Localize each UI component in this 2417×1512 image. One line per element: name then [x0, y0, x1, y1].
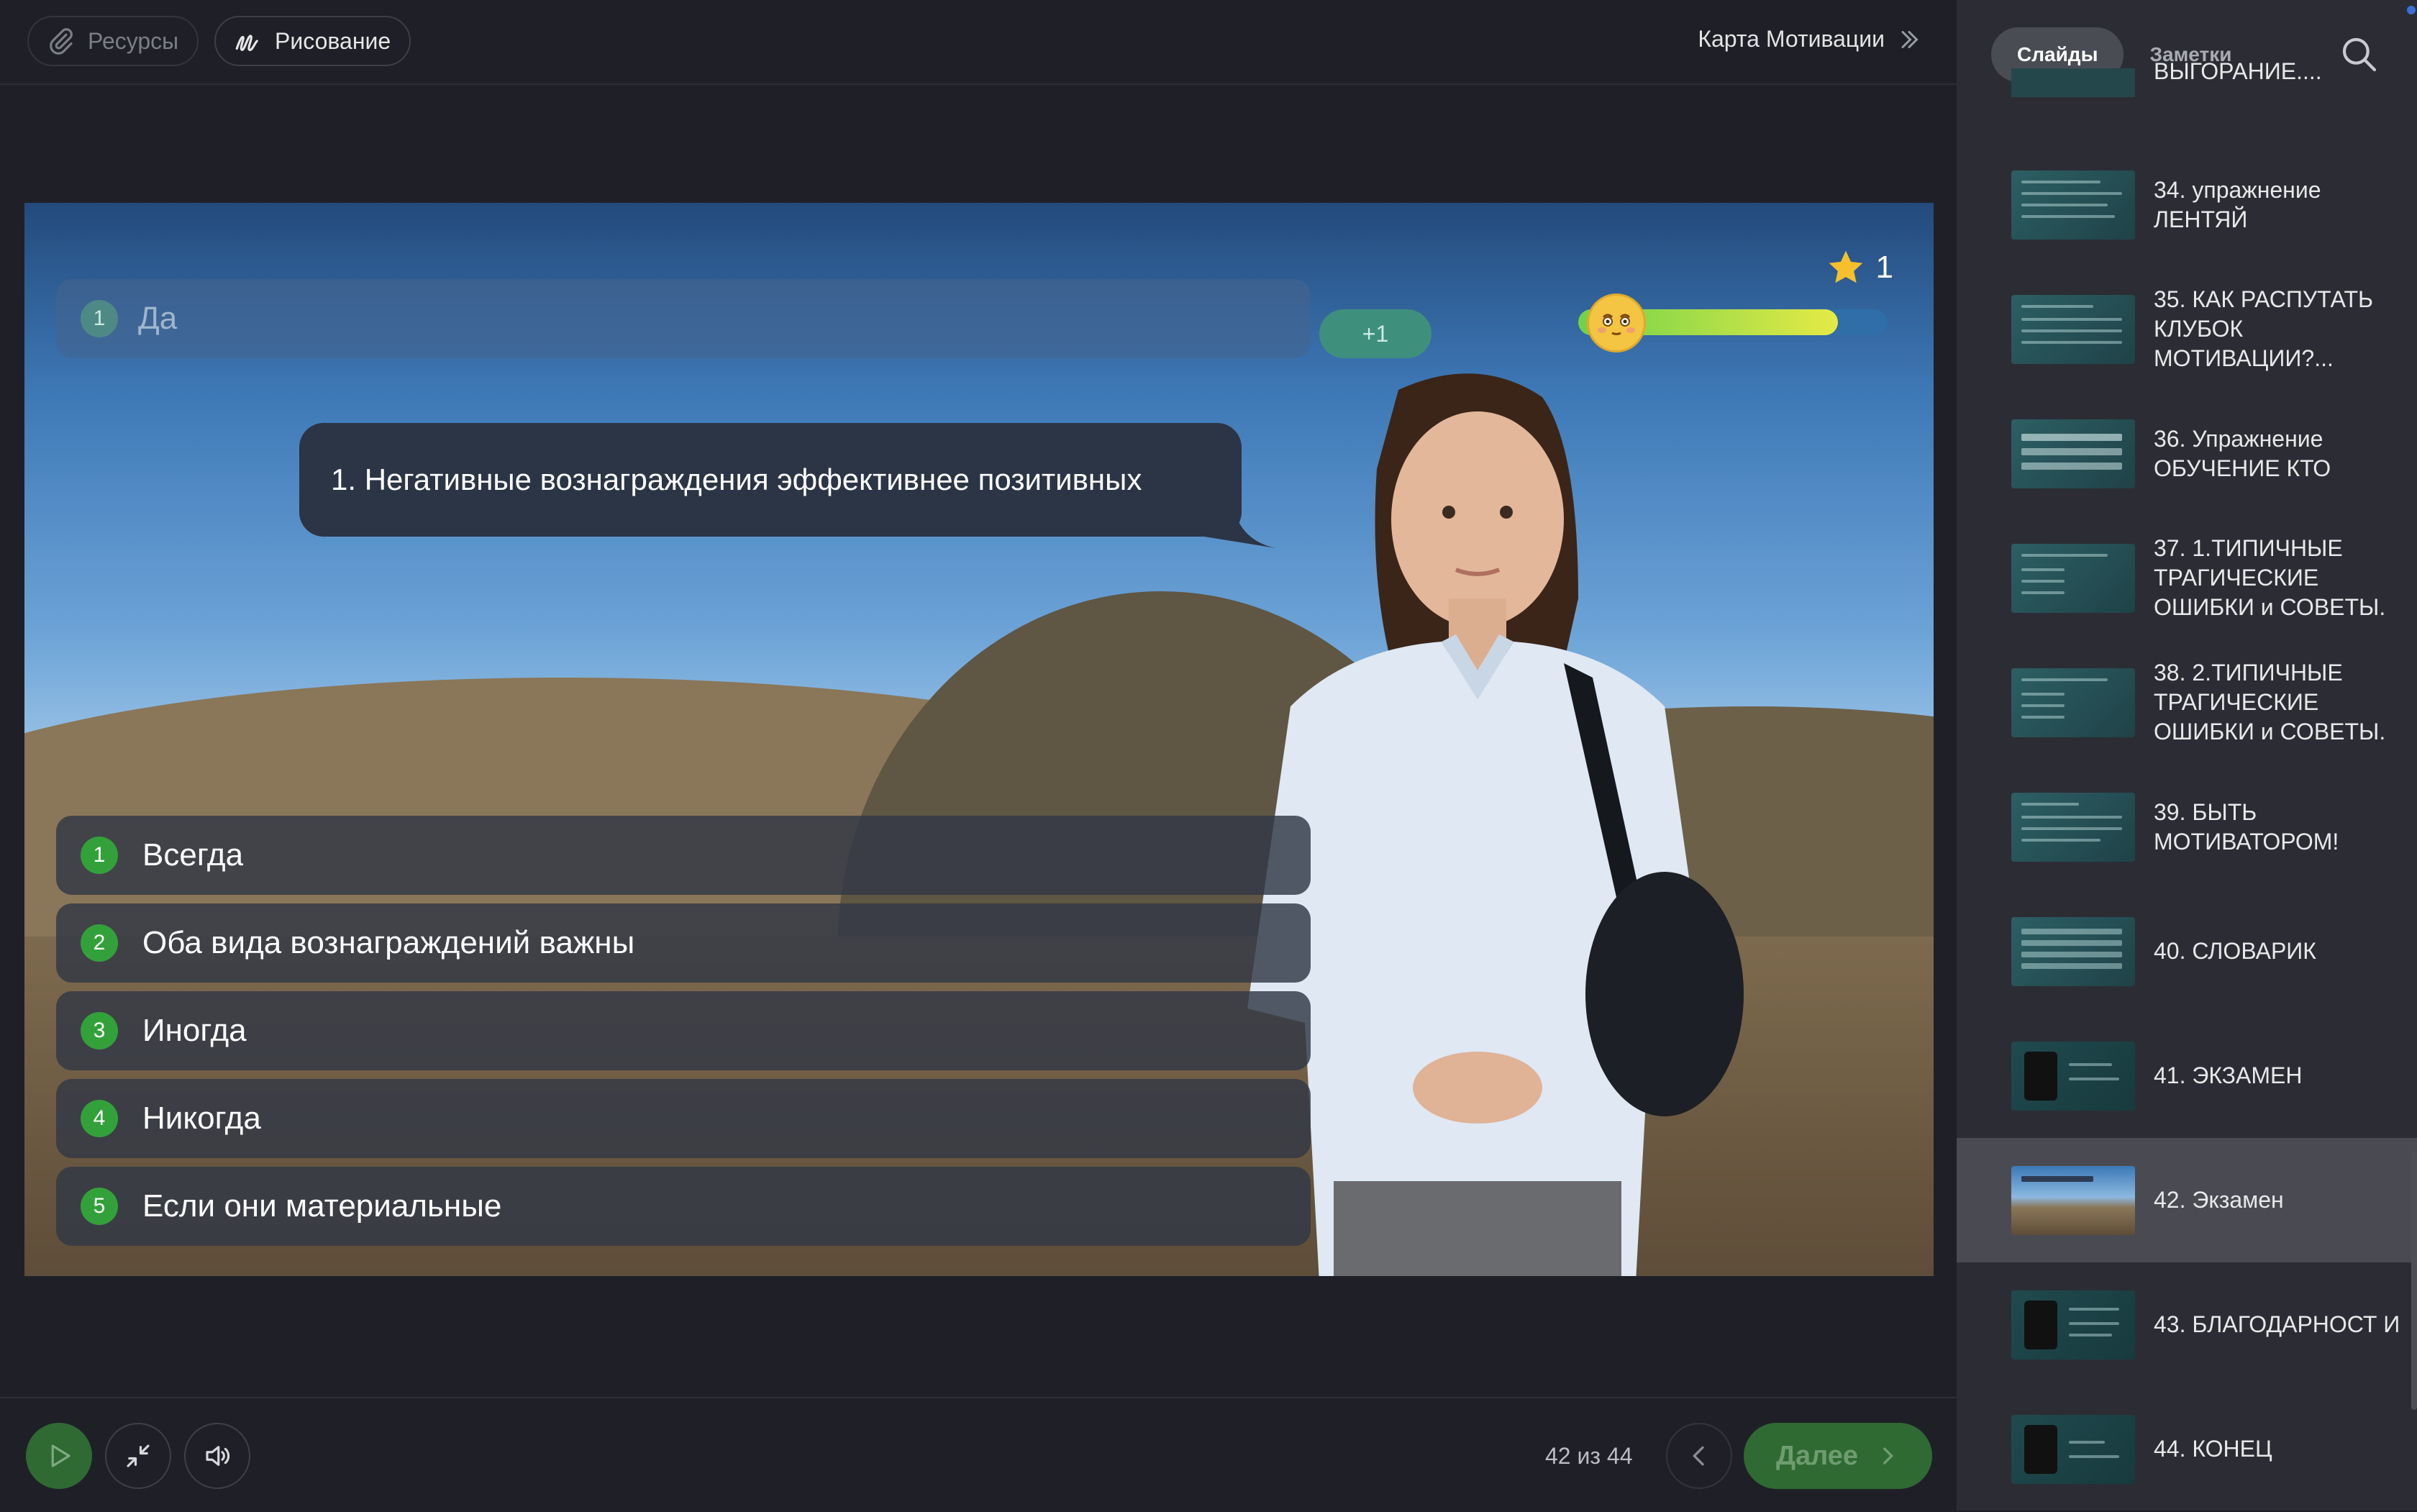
resources-label: Ресурсы [88, 27, 179, 54]
previous-button[interactable] [1666, 1423, 1732, 1489]
drawing-icon [235, 35, 258, 51]
slide-label: 41. ЭКЗАМЕН [2154, 1062, 2303, 1088]
sidebar-scrollbar[interactable] [2411, 1151, 2417, 1410]
paperclip-icon [50, 28, 73, 55]
chevron-right-icon [1883, 1447, 1894, 1465]
slide-thumbnail [2011, 419, 2135, 488]
slide-item-38[interactable]: 38. 2.ТИПИЧНЫЕ ТРАГИЧЕСКИЕ ОШИБКИ и СОВЕ… [1957, 640, 2417, 765]
answer-text: Да [138, 301, 178, 336]
option-text: Оба вида вознаграждений важны [142, 925, 635, 960]
question-bubble: 1. Негативные вознаграждения эффективнее… [299, 423, 1242, 537]
slide-item-36[interactable]: 36. Упражнение ОБУЧЕНИЕ КТО [1957, 391, 2417, 516]
emoji-icon [1587, 293, 1646, 352]
drawing-button[interactable]: Рисование [214, 16, 411, 66]
partial-slide-label: ВЫГОРАНИЕ.... [2154, 58, 2322, 84]
option-number: 2 [81, 924, 118, 962]
slide-thumbnail [2011, 543, 2135, 613]
slide-label: 37. 1.ТИПИЧНЫЕ ТРАГИЧЕСКИЕ ОШИБКИ и СОВЕ… [2154, 535, 2386, 620]
search-icon[interactable] [2339, 35, 2380, 75]
slide-item-35[interactable]: 35. КАК РАСПУТАТЬ КЛУБОК МОТИВАЦИИ?... [1957, 267, 2417, 391]
volume-icon [206, 1446, 230, 1466]
course-title-link[interactable]: Карта Мотивации [1698, 26, 1922, 53]
drawing-label: Рисование [275, 27, 391, 54]
selected-answer-box: 1 Да [56, 279, 1311, 358]
slide-thumbnail [2011, 916, 2135, 986]
partial-thumbnail [2011, 68, 2135, 97]
points-badge: +1 [1319, 309, 1431, 358]
answer-option-2[interactable]: 2 Оба вида вознаграждений важны [56, 903, 1311, 983]
slide-thumbnail [2011, 294, 2135, 364]
slide-thumbnail [2011, 792, 2135, 862]
status-dot [2407, 6, 2416, 14]
answer-number: 1 [81, 300, 118, 337]
slide-label: 42. Экзамен [2154, 1187, 2284, 1213]
option-text: Никогда [142, 1101, 261, 1136]
slide-item-39[interactable]: 39. БЫТЬ МОТИВАТОРОМ! [1957, 765, 2417, 889]
option-number: 3 [81, 1012, 118, 1049]
slide-counter: 42 из 44 [1545, 1443, 1633, 1469]
slide-label: 36. Упражнение ОБУЧЕНИЕ КТО [2154, 425, 2331, 481]
slide-item-42[interactable]: 42. Экзамен [1957, 1138, 2417, 1262]
slide-thumbnail [2011, 1165, 2135, 1235]
score-display: 1 [1826, 247, 1893, 288]
option-text: Иногда [142, 1013, 247, 1048]
star-icon [1829, 250, 1862, 283]
slide-label: 40. СЛОВАРИК [2154, 938, 2316, 964]
play-button[interactable] [26, 1423, 92, 1489]
option-text: Если они материальные [142, 1188, 502, 1224]
slide-label: 44. КОНЕЦ [2154, 1436, 2272, 1462]
option-number: 4 [81, 1100, 118, 1137]
score-value: 1 [1875, 250, 1893, 285]
option-number: 1 [81, 837, 118, 874]
sidebar: Слайды Заметки ВЫГОРАНИЕ.... 34. упражне… [1957, 0, 2417, 1511]
next-label: Далее [1775, 1440, 1859, 1471]
slide-canvas: 1 Да +1 1 1. Негативные вознаграждения э… [24, 203, 1934, 1276]
collapse-button[interactable] [105, 1423, 171, 1489]
answer-option-1[interactable]: 1 Всегда [56, 816, 1311, 895]
play-icon [51, 1444, 70, 1467]
slide-thumbnail [2011, 1041, 2135, 1111]
slide-item-34[interactable]: 34. упражнение ЛЕНТЯЙ [1957, 142, 2417, 267]
slides-list: 34. упражнение ЛЕНТЯЙ 35. КАК РАСПУТАТЬ … [1957, 142, 2417, 1511]
answer-option-3[interactable]: 3 Иногда [56, 991, 1311, 1070]
slide-label: 39. БЫТЬ МОТИВАТОРОМ! [2154, 798, 2339, 855]
answer-option-4[interactable]: 4 Никогда [56, 1079, 1311, 1158]
slide-thumbnail [2011, 170, 2135, 240]
slide-label: 38. 2.ТИПИЧНЫЕ ТРАГИЧЕСКИЕ ОШИБКИ и СОВЕ… [2154, 660, 2386, 744]
chevron-left-icon [1692, 1446, 1704, 1466]
slide-label: 34. упражнение ЛЕНТЯЙ [2154, 176, 2321, 232]
slide-item-44[interactable]: 44. КОНЕЦ [1957, 1387, 2417, 1511]
next-button[interactable]: Далее [1744, 1423, 1932, 1489]
collapse-icon [127, 1444, 150, 1467]
slide-item-43[interactable]: 43. БЛАГОДАРНОСТ И [1957, 1262, 2417, 1387]
top-toolbar: Ресурсы Рисование Карта Мотивации [0, 0, 1957, 85]
slide-thumbnail [2011, 1290, 2135, 1360]
slide-label: 43. БЛАГОДАРНОСТ И [2154, 1311, 2400, 1337]
chevrons-right-icon [1901, 30, 1918, 48]
player-controls: 42 из 44 Далее [0, 1397, 1957, 1512]
course-title: Карта Мотивации [1698, 26, 1885, 52]
resources-button[interactable]: Ресурсы [27, 16, 199, 66]
option-number: 5 [81, 1188, 118, 1225]
slide-thumbnail [2011, 1414, 2135, 1484]
slide-item-37[interactable]: 37. 1.ТИПИЧНЫЕ ТРАГИЧЕСКИЕ ОШИБКИ и СОВЕ… [1957, 516, 2417, 640]
slide-item-40[interactable]: 40. СЛОВАРИК [1957, 889, 2417, 1014]
volume-button[interactable] [184, 1423, 250, 1489]
option-text: Всегда [142, 837, 244, 873]
slide-label: 35. КАК РАСПУТАТЬ КЛУБОК МОТИВАЦИИ?... [2154, 286, 2374, 371]
bubble-tail [1204, 505, 1276, 548]
answer-option-5[interactable]: 5 Если они материальные [56, 1167, 1311, 1246]
slide-item-41[interactable]: 41. ЭКЗАМЕН [1957, 1014, 2417, 1138]
slide-thumbnail [2011, 668, 2135, 737]
question-text: 1. Негативные вознаграждения эффективнее… [331, 463, 1142, 496]
